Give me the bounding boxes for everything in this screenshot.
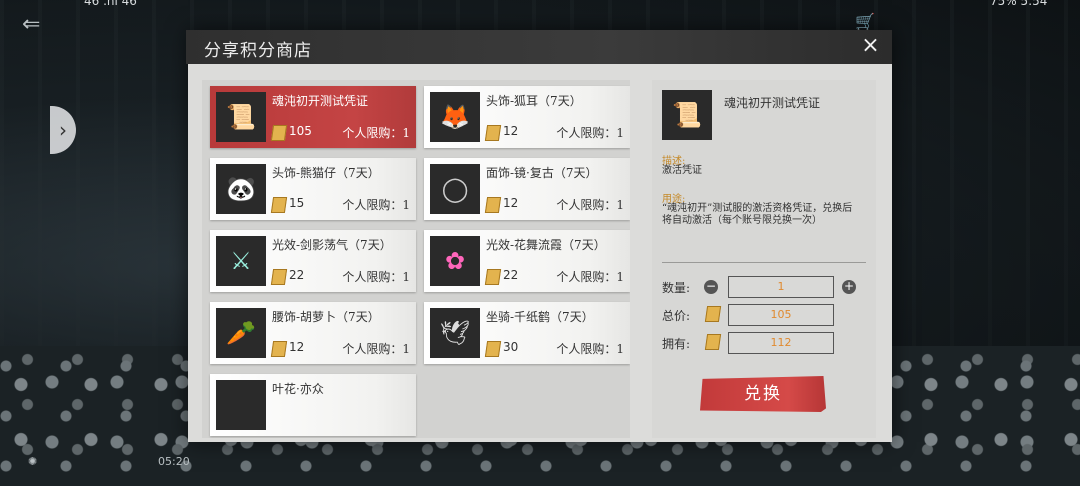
shop-dialog: 分享积分商店 × 📜 魂沌初开测试凭证 105 个人限购：1 🦊 头饰-狐耳（7… [186,30,892,442]
item-price: 12 [503,196,519,210]
item-limit: 个人限购：1 [556,270,624,284]
close-icon[interactable]: × [858,33,884,59]
quantity-label: 数量: [662,281,691,295]
item-limit: 个人限购：1 [342,198,410,212]
item-name: 光效-剑影荡气（7天） [272,238,392,252]
sword-effect-icon: ⚔ [216,236,266,286]
currency-icon [484,197,502,213]
quantity-field[interactable]: 1 [728,276,834,298]
item-price: 105 [289,124,312,138]
owned-label: 拥有: [662,337,691,351]
item-limit: 个人限购：1 [556,198,624,212]
timer-text: 05:20 [158,455,190,468]
shop-item-1[interactable]: 🦊 头饰-狐耳（7天） 12 个人限购：1 [424,86,630,148]
item-name: 头饰-熊猫仔（7天） [272,166,380,180]
detail-panel: 📜 魂沌初开测试凭证 描述: 激活凭证 用途: “魂沌初开”测试服的激活资格凭证… [652,80,876,438]
carrot-icon: 🥕 [216,308,266,358]
dialog-header: 分享积分商店 × [186,30,892,64]
panda-icon: 🐼 [216,164,266,214]
cart-icon[interactable]: 🛒 [855,12,875,31]
monocle-icon: ◯ [430,164,480,214]
currency-icon [484,125,502,141]
fox-ears-icon: 🦊 [430,92,480,142]
flower-effect-icon: ✿ [430,236,480,286]
item-limit: 个人限购：1 [556,342,624,356]
decrease-button[interactable]: − [704,280,718,294]
total-price-label: 总价: [662,309,691,323]
item-limit: 个人限购：1 [342,342,410,356]
item-limit: 个人限购：1 [556,126,624,140]
shop-item-4[interactable]: ⚔ 光效-剑影荡气（7天） 22 个人限购：1 [210,230,416,292]
currency-icon [270,197,288,213]
item-name: 魂沌初开测试凭证 [272,94,369,108]
currency-icon [484,341,502,357]
status-bar-right: 75% 5:54 [990,0,1048,8]
currency-icon [484,269,502,285]
shop-item-0[interactable]: 📜 魂沌初开测试凭证 105 个人限购：1 [210,86,416,148]
shop-item-8[interactable]: 叶花·亦众 [210,374,416,436]
status-bar-left: 46 .nl 46 [84,0,137,8]
item-price: 22 [503,268,519,282]
divider [662,262,866,263]
currency-icon [704,334,722,350]
item-price: 12 [289,340,305,354]
dialog-title: 分享积分商店 [204,41,312,61]
usage-text: “魂沌初开”测试服的激活资格凭证，兑换后将自动激活（每个账号限兑换一次） [662,203,853,226]
currency-icon [704,306,722,322]
paper-crane-icon: 🕊 [430,308,480,358]
item-price: 12 [503,124,519,138]
owned-field: 112 [728,332,834,354]
currency-icon [270,341,288,357]
shop-item-5[interactable]: ✿ 光效-花舞流霞（7天） 22 个人限购：1 [424,230,630,292]
item-name: 头饰-狐耳（7天） [486,94,582,108]
item-name: 叶花·亦众 [272,382,324,396]
exchange-button[interactable]: 兑换 [700,376,826,412]
shop-item-2[interactable]: 🐼 头饰-熊猫仔（7天） 15 个人限购：1 [210,158,416,220]
partial-item-icon [216,380,266,430]
item-name: 面饰-镜·复古（7天） [486,166,598,180]
item-name: 光效-花舞流霞（7天） [486,238,606,252]
description-text: 激活凭证 [662,165,702,176]
item-price: 22 [289,268,305,282]
back-arrow-icon[interactable]: ⇐ [22,12,40,37]
increase-button[interactable]: + [842,280,856,294]
item-list[interactable]: 📜 魂沌初开测试凭证 105 个人限购：1 🦊 头饰-狐耳（7天） 12 个人限… [202,80,630,438]
item-price: 30 [503,340,519,354]
shop-item-6[interactable]: 🥕 腰饰-胡萝卜（7天） 12 个人限购：1 [210,302,416,364]
item-name: 坐骑-千纸鹤（7天） [486,310,594,324]
item-limit: 个人限购：1 [342,126,410,140]
currency-icon [270,125,288,141]
item-name: 腰饰-胡萝卜（7天） [272,310,380,324]
item-price: 15 [289,196,305,210]
item-limit: 个人限购：1 [342,270,410,284]
total-price-field: 105 [728,304,834,326]
shop-item-3[interactable]: ◯ 面饰-镜·复古（7天） 12 个人限购：1 [424,158,630,220]
shop-item-7[interactable]: 🕊 坐骑-千纸鹤（7天） 30 个人限购：1 [424,302,630,364]
detail-item-name: 魂沌初开测试凭证 [724,96,821,110]
settings-gear-icon[interactable]: ✺ [28,455,37,468]
currency-icon [270,269,288,285]
ticket-icon: 📜 [662,90,712,140]
ticket-icon: 📜 [216,92,266,142]
